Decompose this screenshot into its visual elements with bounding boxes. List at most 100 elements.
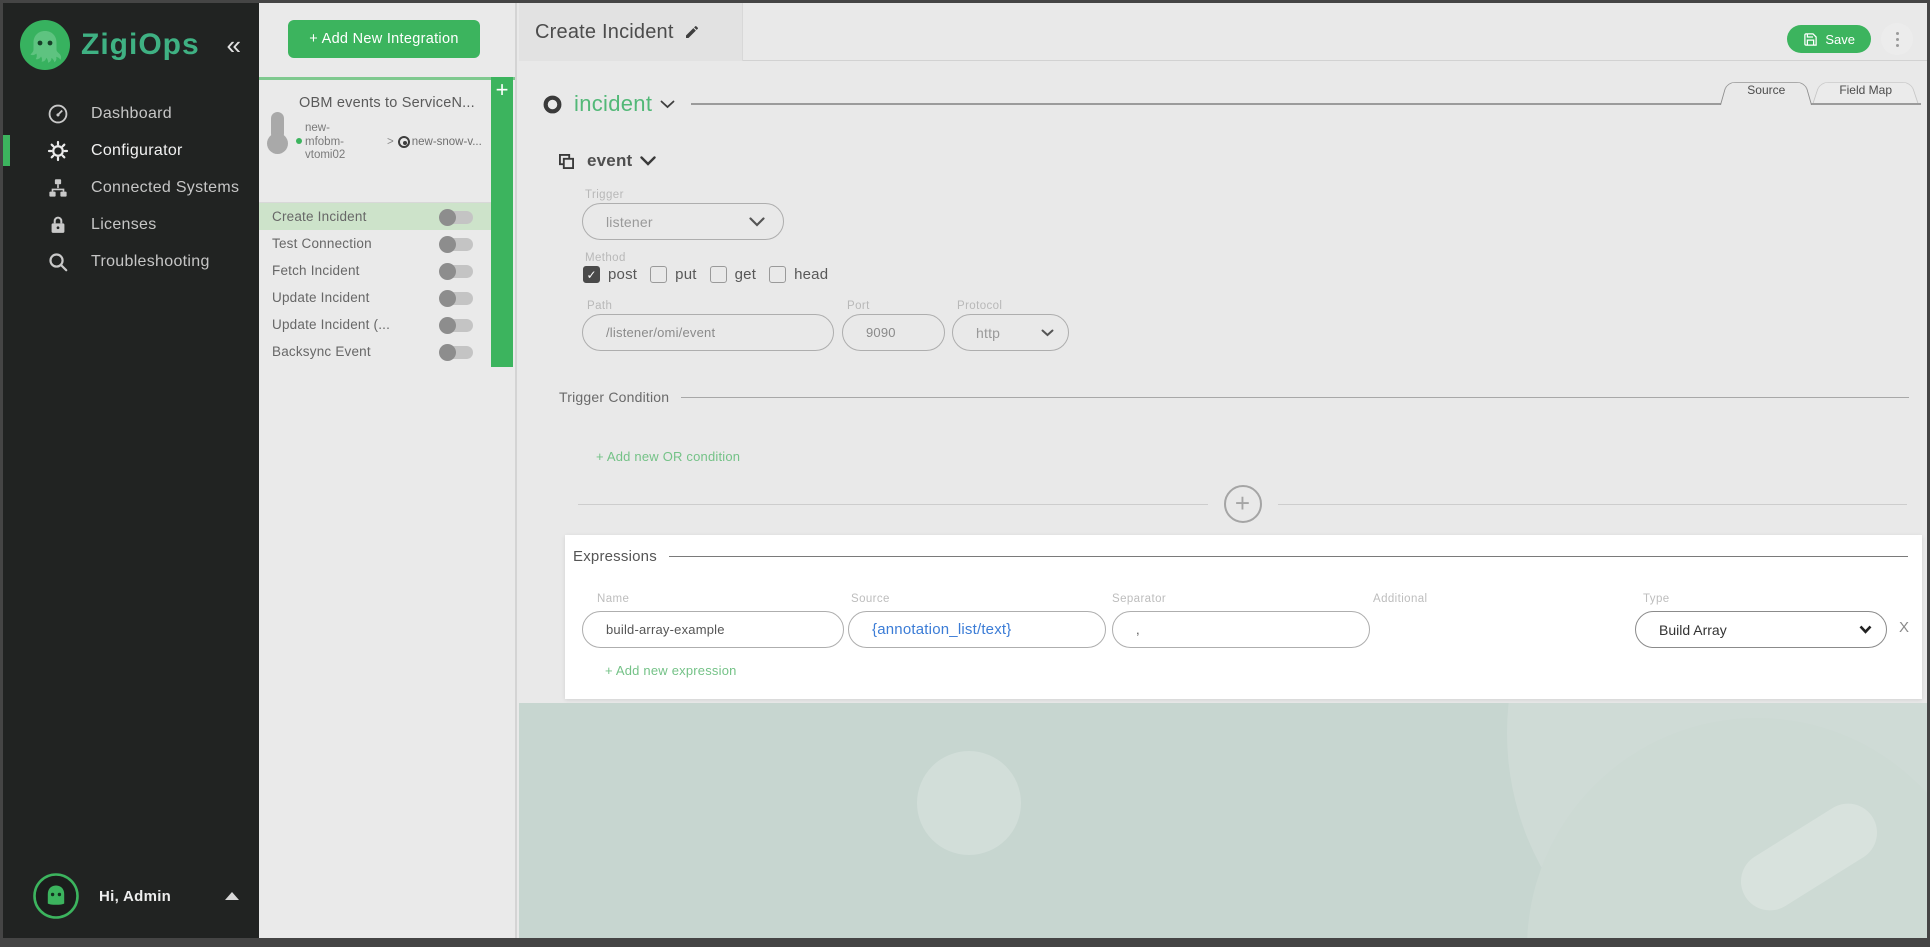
source-column-label: Source: [851, 593, 890, 605]
add-or-condition-link[interactable]: + Add new OR condition: [596, 449, 740, 464]
view-tabs: Source Field Map: [1720, 77, 1919, 105]
add-section-button[interactable]: +: [1223, 485, 1262, 523]
edit-title-icon[interactable]: [684, 24, 700, 40]
entity-ring-icon: [543, 95, 562, 114]
event-section-header[interactable]: event: [558, 151, 657, 171]
trigger-condition-title: Trigger Condition: [559, 389, 670, 405]
more-options-button[interactable]: [1881, 23, 1913, 55]
action-list: Create Incident Test Connection Fetch In…: [259, 202, 491, 365]
port-input[interactable]: [866, 325, 926, 340]
sidebar-item-connected-systems[interactable]: Connected Systems: [3, 169, 259, 206]
integration-title: OBM events to ServiceN...: [299, 95, 475, 111]
checkbox-post[interactable]: post: [583, 266, 637, 283]
tab-field-map[interactable]: Field Map: [1812, 78, 1919, 105]
action-label: Test Connection: [272, 236, 372, 251]
user-menu[interactable]: Hi, Admin: [33, 872, 239, 920]
checkbox-icon: [769, 266, 787, 283]
checkbox-icon: [709, 266, 727, 283]
protocol-dropdown[interactable]: http: [952, 314, 1069, 351]
entity-name[interactable]: incident: [574, 91, 652, 117]
action-item-update-incident-2[interactable]: Update Incident (...: [259, 311, 491, 338]
add-new-integration-button[interactable]: + Add New Integration: [288, 20, 480, 58]
sidebar-item-configurator[interactable]: Configurator: [3, 132, 259, 169]
type-column-label: Type: [1643, 593, 1670, 605]
gear-icon: [47, 140, 69, 162]
network-icon: [47, 177, 69, 199]
action-label: Update Incident: [272, 290, 370, 305]
action-toggle[interactable]: [439, 209, 473, 226]
protocol-label: Protocol: [957, 300, 1003, 312]
action-toggle[interactable]: [439, 290, 473, 307]
sidebar-item-label: Dashboard: [91, 104, 172, 122]
integration-card[interactable]: OBM events to ServiceN... new- mfobm- vt…: [259, 77, 515, 195]
sidebar-collapse-button[interactable]: «: [227, 32, 247, 58]
lock-icon: [47, 214, 69, 236]
tab-source[interactable]: Source: [1720, 78, 1812, 105]
checkbox-label: head: [794, 266, 829, 283]
add-expression-link[interactable]: + Add new expression: [605, 663, 737, 678]
expression-name-input[interactable]: [606, 622, 825, 637]
checkbox-icon: [650, 266, 668, 283]
checkbox-get[interactable]: get: [709, 266, 757, 283]
remove-expression-button[interactable]: X: [1899, 619, 1909, 636]
path-input[interactable]: [606, 325, 815, 340]
chevron-down-icon[interactable]: [640, 156, 657, 166]
name-column-label: Name: [597, 593, 630, 605]
divider: [681, 396, 1909, 398]
checkbox-label: post: [608, 266, 638, 283]
action-item-update-incident[interactable]: Update Incident: [259, 284, 491, 311]
action-toggle[interactable]: [439, 263, 473, 280]
main-header: Create Incident Save: [519, 3, 1927, 61]
source-line: mfobm-: [305, 135, 344, 148]
expression-source-input[interactable]: [872, 621, 1087, 638]
header-actions: Save: [1787, 23, 1913, 55]
brand-name: ZigiOps: [81, 28, 200, 61]
action-toggle[interactable]: [439, 344, 473, 361]
action-item-backsync-event[interactable]: Backsync Event: [259, 338, 491, 365]
sidebar-item-troubleshooting[interactable]: Troubleshooting: [3, 243, 259, 280]
chevron-up-icon[interactable]: [225, 892, 239, 900]
sidebar-item-label: Connected Systems: [91, 178, 240, 196]
action-item-fetch-incident[interactable]: Fetch Incident: [259, 257, 491, 284]
integration-panel: + Add New Integration OBM events to Serv…: [259, 3, 517, 938]
checkbox-label: get: [734, 266, 757, 283]
chevron-down-icon[interactable]: [660, 100, 675, 109]
source-line: new-: [305, 122, 330, 134]
action-item-create-incident[interactable]: Create Incident: [259, 203, 491, 230]
user-avatar: [33, 873, 79, 919]
action-item-test-connection[interactable]: Test Connection: [259, 230, 491, 257]
app-window: ZigiOps « Dashboard Configurator Connect…: [0, 0, 1930, 947]
sidebar: ZigiOps « Dashboard Configurator Connect…: [3, 3, 259, 938]
path-input-wrap: [582, 314, 834, 351]
expression-separator-input[interactable]: [1136, 622, 1351, 637]
action-toggle[interactable]: [439, 317, 473, 334]
checkbox-head[interactable]: head: [769, 266, 828, 283]
expressions-title: Expressions: [573, 548, 657, 565]
action-label: Backsync Event: [272, 344, 371, 359]
save-button[interactable]: Save: [1787, 25, 1871, 53]
port-input-wrap: [842, 314, 945, 351]
sidebar-item-licenses[interactable]: Licenses: [3, 206, 259, 243]
port-label: Port: [847, 300, 870, 312]
decorative-footer: [519, 703, 1927, 938]
dashboard-icon: [47, 103, 69, 125]
divider: [668, 556, 1908, 557]
protocol-value: http: [976, 324, 1001, 341]
trigger-dropdown[interactable]: listener: [582, 203, 784, 240]
chevron-down-icon: [1859, 625, 1872, 634]
source-system-icon: [267, 112, 288, 154]
action-toggle[interactable]: [439, 236, 473, 253]
tab-label: Field Map: [1839, 83, 1892, 97]
method-options: post put get head: [583, 266, 828, 283]
target-system-icon: [397, 136, 410, 148]
page-title: Create Incident: [535, 20, 674, 43]
add-action-button[interactable]: +: [491, 77, 513, 103]
checkbox-label: put: [675, 266, 697, 283]
sidebar-item-dashboard[interactable]: Dashboard: [3, 95, 259, 132]
checkbox-put[interactable]: put: [650, 266, 696, 283]
source-system-name: new- mfobm- vtomi02: [296, 122, 345, 163]
expression-name-wrap: [582, 611, 844, 648]
save-label: Save: [1825, 31, 1855, 47]
trigger-value: listener: [606, 213, 653, 230]
expression-type-select[interactable]: Build Array: [1635, 611, 1887, 648]
